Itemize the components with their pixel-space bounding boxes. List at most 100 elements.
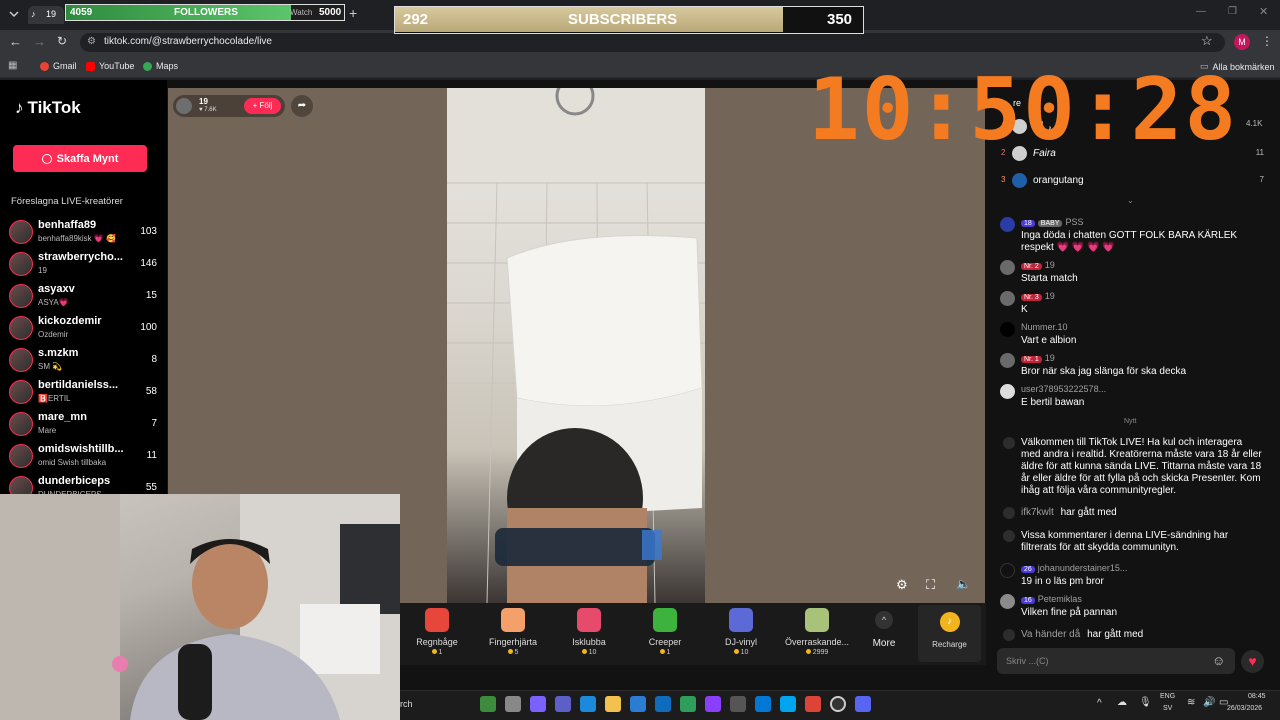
host-info[interactable]: 19 ♥ 7.6K + Följ xyxy=(173,95,285,117)
app-icon[interactable] xyxy=(755,696,771,712)
taskbar-search-text[interactable]: rch xyxy=(400,699,413,709)
creator-row[interactable]: s.mzkm SM 💫 8 xyxy=(8,345,163,375)
gift-item[interactable]: Regnbåge 1 xyxy=(402,606,472,656)
shield-app-icon[interactable] xyxy=(680,696,696,712)
store-icon[interactable] xyxy=(630,696,646,712)
copilot-icon[interactable] xyxy=(530,696,546,712)
github-icon[interactable] xyxy=(730,696,746,712)
explorer-icon[interactable] xyxy=(605,696,621,712)
region-indicator[interactable]: SV xyxy=(1163,705,1172,712)
taskbar-date[interactable]: 26/03/2026 xyxy=(1227,705,1262,712)
user-avatar[interactable] xyxy=(1000,291,1015,306)
creator-row[interactable]: asyaxv ASYA💗 15 xyxy=(8,281,163,311)
chat-username[interactable]: PSS xyxy=(1065,217,1083,227)
expand-chevron-icon[interactable]: ⌄ xyxy=(1127,196,1134,205)
creator-avatar xyxy=(9,380,33,404)
maximize-icon[interactable]: ❐ xyxy=(1228,6,1237,17)
bookmark-star-icon[interactable]: ☆ xyxy=(1201,33,1213,49)
reload-icon[interactable]: ↻ xyxy=(57,34,67,48)
chat-username[interactable]: 19 xyxy=(1045,353,1055,363)
lang-indicator[interactable]: ENG xyxy=(1160,693,1175,700)
chat-username[interactable]: 19 xyxy=(1045,291,1055,301)
recharge-button[interactable]: ♪ Recharge xyxy=(918,605,981,662)
site-info-icon[interactable]: ⚙ xyxy=(87,36,96,47)
widgets-icon[interactable] xyxy=(480,696,496,712)
microphone-icon[interactable]: 🎙 xyxy=(1139,697,1152,708)
minimize-icon[interactable]: — xyxy=(1196,6,1206,17)
obs-icon[interactable] xyxy=(830,696,846,712)
fullscreen-icon[interactable]: ⛶ xyxy=(926,577,935,593)
user-avatar[interactable] xyxy=(1000,260,1015,275)
coin-icon xyxy=(581,649,587,654)
omnibox[interactable]: ⚙ tiktok.com/@strawberrychocolade/live xyxy=(80,33,1225,52)
bookmark-youtube[interactable]: YouTube xyxy=(86,61,134,71)
apps-grid-icon[interactable]: ▦ xyxy=(8,60,17,71)
outlook-icon[interactable] xyxy=(655,696,671,712)
gift-price: 1 xyxy=(630,649,700,656)
bookmark-gmail[interactable]: Gmail xyxy=(40,61,77,71)
tab-search-icon[interactable] xyxy=(8,8,20,20)
emoji-icon[interactable]: ☺ xyxy=(1212,653,1225,668)
teams-icon[interactable] xyxy=(555,696,571,712)
browser-menu-icon[interactable]: ⋮ xyxy=(1261,34,1273,48)
back-arrow-icon[interactable]: ← xyxy=(9,34,22,49)
host-avatar[interactable] xyxy=(176,98,192,114)
more-gifts-button[interactable]: ^ More xyxy=(869,611,899,649)
get-coins-button[interactable]: Skaffa Mynt xyxy=(13,145,147,172)
photos-icon[interactable] xyxy=(780,696,796,712)
browser-tab[interactable]: ♪ 19 xyxy=(28,6,64,24)
creator-row[interactable]: strawberrycho... 19 146 xyxy=(8,249,163,279)
profile-avatar[interactable]: M xyxy=(1234,34,1250,50)
gift-item[interactable]: Isklubba 10 xyxy=(554,606,624,656)
gift-item[interactable]: Överraskande... 2999 xyxy=(782,606,852,656)
creator-row[interactable]: benhaffa89 benhaffa89kisk 💗 🥰 103 xyxy=(8,217,163,247)
user-avatar[interactable] xyxy=(1000,384,1015,399)
filter-message: Vissa kommentarer i denna LIVE-sändning … xyxy=(1021,530,1229,553)
user-avatar[interactable] xyxy=(1000,563,1015,578)
tiktok-logo[interactable]: ♪ TikTok xyxy=(15,98,81,118)
ranking-row[interactable]: 3 orangutang 7 xyxy=(1000,173,1266,191)
taskbar-time[interactable]: 08:45 xyxy=(1248,693,1266,700)
follow-button[interactable]: + Följ xyxy=(244,98,281,114)
creator-row[interactable]: bertildanielss... 🅱️ERTIL 58 xyxy=(8,377,163,407)
new-tab-plus-icon[interactable]: + xyxy=(349,5,357,21)
edge-icon[interactable] xyxy=(580,696,596,712)
user-avatar[interactable] xyxy=(1000,353,1015,368)
creator-row[interactable]: mare_mn Mare 7 xyxy=(8,409,163,439)
bathroom-scene xyxy=(447,88,705,603)
task-view-icon[interactable] xyxy=(505,696,521,712)
close-window-icon[interactable]: ✕ xyxy=(1259,5,1268,18)
user-avatar[interactable] xyxy=(1000,217,1015,232)
creator-viewer-count: 146 xyxy=(140,258,157,269)
creator-row[interactable]: kickozdemir Ozdemir 100 xyxy=(8,313,163,343)
chat-username[interactable]: 19 xyxy=(1045,260,1055,270)
gift-name: DJ-vinyl xyxy=(724,637,757,647)
volume-icon[interactable]: 🔈 xyxy=(956,577,971,591)
chat-input[interactable]: Skriv ...(C) ☺ xyxy=(997,648,1235,674)
gift-item[interactable]: DJ-vinyl 10 xyxy=(706,606,776,656)
discord-icon[interactable] xyxy=(855,696,871,712)
forward-arrow-icon[interactable]: → xyxy=(33,34,46,49)
bookmark-maps[interactable]: Maps xyxy=(143,61,178,71)
share-icon[interactable]: ➦ xyxy=(291,95,313,117)
chat-username[interactable]: Nummer.10 xyxy=(1021,322,1068,332)
chat-username[interactable]: user378953222578... xyxy=(1021,384,1106,394)
user-avatar[interactable] xyxy=(1000,322,1015,337)
user-avatar[interactable] xyxy=(1000,594,1015,609)
wifi-icon[interactable]: ≋ xyxy=(1187,697,1195,708)
tray-chevron-icon[interactable]: ^ xyxy=(1097,698,1102,709)
live-video-frame[interactable] xyxy=(447,88,705,603)
settings-gear-icon[interactable]: ⚙ xyxy=(896,577,908,593)
gift-item[interactable]: Creeper 1 xyxy=(630,606,700,656)
volume-tray-icon[interactable]: 🔊 xyxy=(1203,697,1215,708)
creator-row[interactable]: omidswishtillb... omid Swish tillbaka 11 xyxy=(8,441,163,471)
msi-icon[interactable] xyxy=(705,696,721,712)
chrome-icon[interactable] xyxy=(805,696,821,712)
coin-tiktok-icon: ♪ xyxy=(939,612,960,632)
gift-item[interactable]: Fingerhjärta 5 xyxy=(478,606,548,656)
coin-icon xyxy=(659,649,665,654)
onedrive-icon[interactable]: ☁ xyxy=(1117,697,1127,708)
like-heart-icon[interactable]: ♥ xyxy=(1241,650,1264,673)
creator-viewer-count: 103 xyxy=(140,226,157,237)
creator-name: bertildanielss... xyxy=(38,379,119,391)
